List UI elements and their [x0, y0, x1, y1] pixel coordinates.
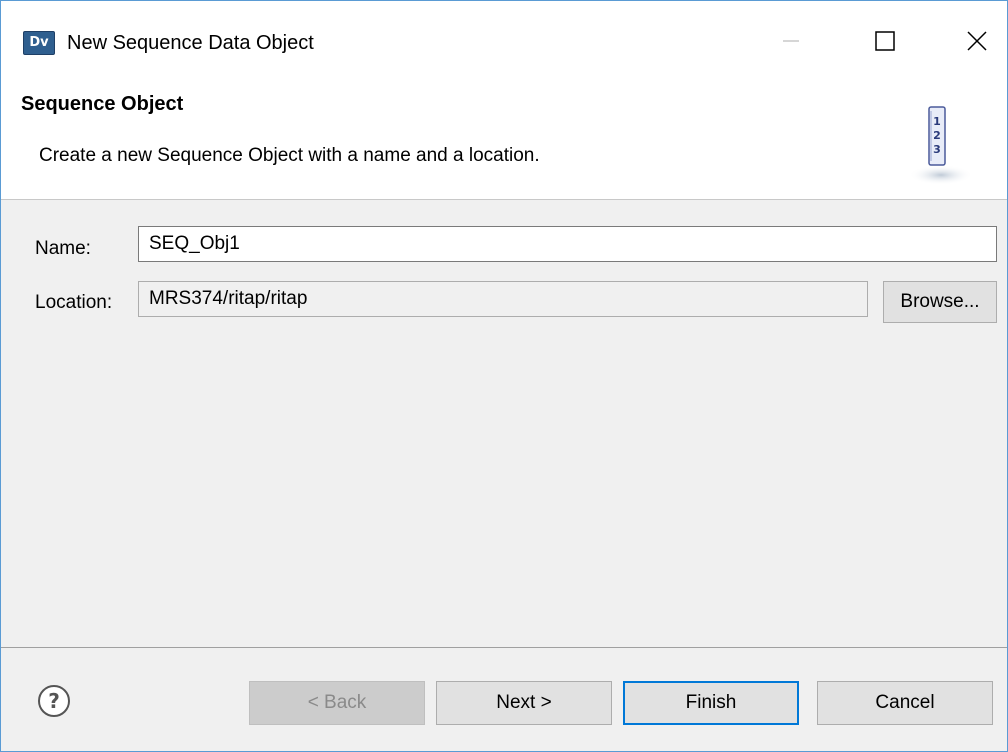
- sequence-number-icon: 1 2 3: [909, 106, 973, 185]
- footer-separator: [1, 647, 1007, 648]
- name-input[interactable]: [138, 226, 997, 262]
- location-label: Location:: [35, 292, 113, 313]
- back-button[interactable]: < Back: [249, 681, 425, 725]
- cancel-button[interactable]: Cancel: [817, 681, 993, 725]
- wizard-header: Sequence Object Create a new Sequence Ob…: [1, 81, 1007, 200]
- minimize-icon: [783, 40, 799, 42]
- close-button[interactable]: [949, 21, 1005, 61]
- location-field: MRS374/ritap/ritap: [138, 281, 868, 317]
- digit-1: 1: [933, 115, 941, 128]
- window-title: New Sequence Data Object: [67, 32, 314, 54]
- digit-2: 2: [933, 129, 941, 142]
- title-bar[interactable]: Dv New Sequence Data Object: [1, 1, 1007, 81]
- close-icon: [967, 31, 987, 51]
- page-description: Create a new Sequence Object with a name…: [39, 145, 540, 166]
- digit-3: 3: [933, 143, 941, 156]
- finish-button[interactable]: Finish: [623, 681, 799, 725]
- new-sequence-data-object-dialog: Dv New Sequence Data Object Sequence Obj…: [0, 0, 1008, 752]
- browse-button[interactable]: Browse...: [883, 281, 997, 323]
- name-label: Name:: [35, 238, 91, 259]
- app-icon: Dv: [23, 31, 55, 55]
- maximize-icon: [875, 31, 895, 51]
- minimize-button[interactable]: [761, 21, 817, 61]
- next-button[interactable]: Next >: [436, 681, 612, 725]
- page-title: Sequence Object: [21, 93, 184, 115]
- help-icon[interactable]: ?: [37, 684, 71, 718]
- maximize-button[interactable]: [857, 21, 913, 61]
- svg-text:?: ?: [48, 689, 60, 713]
